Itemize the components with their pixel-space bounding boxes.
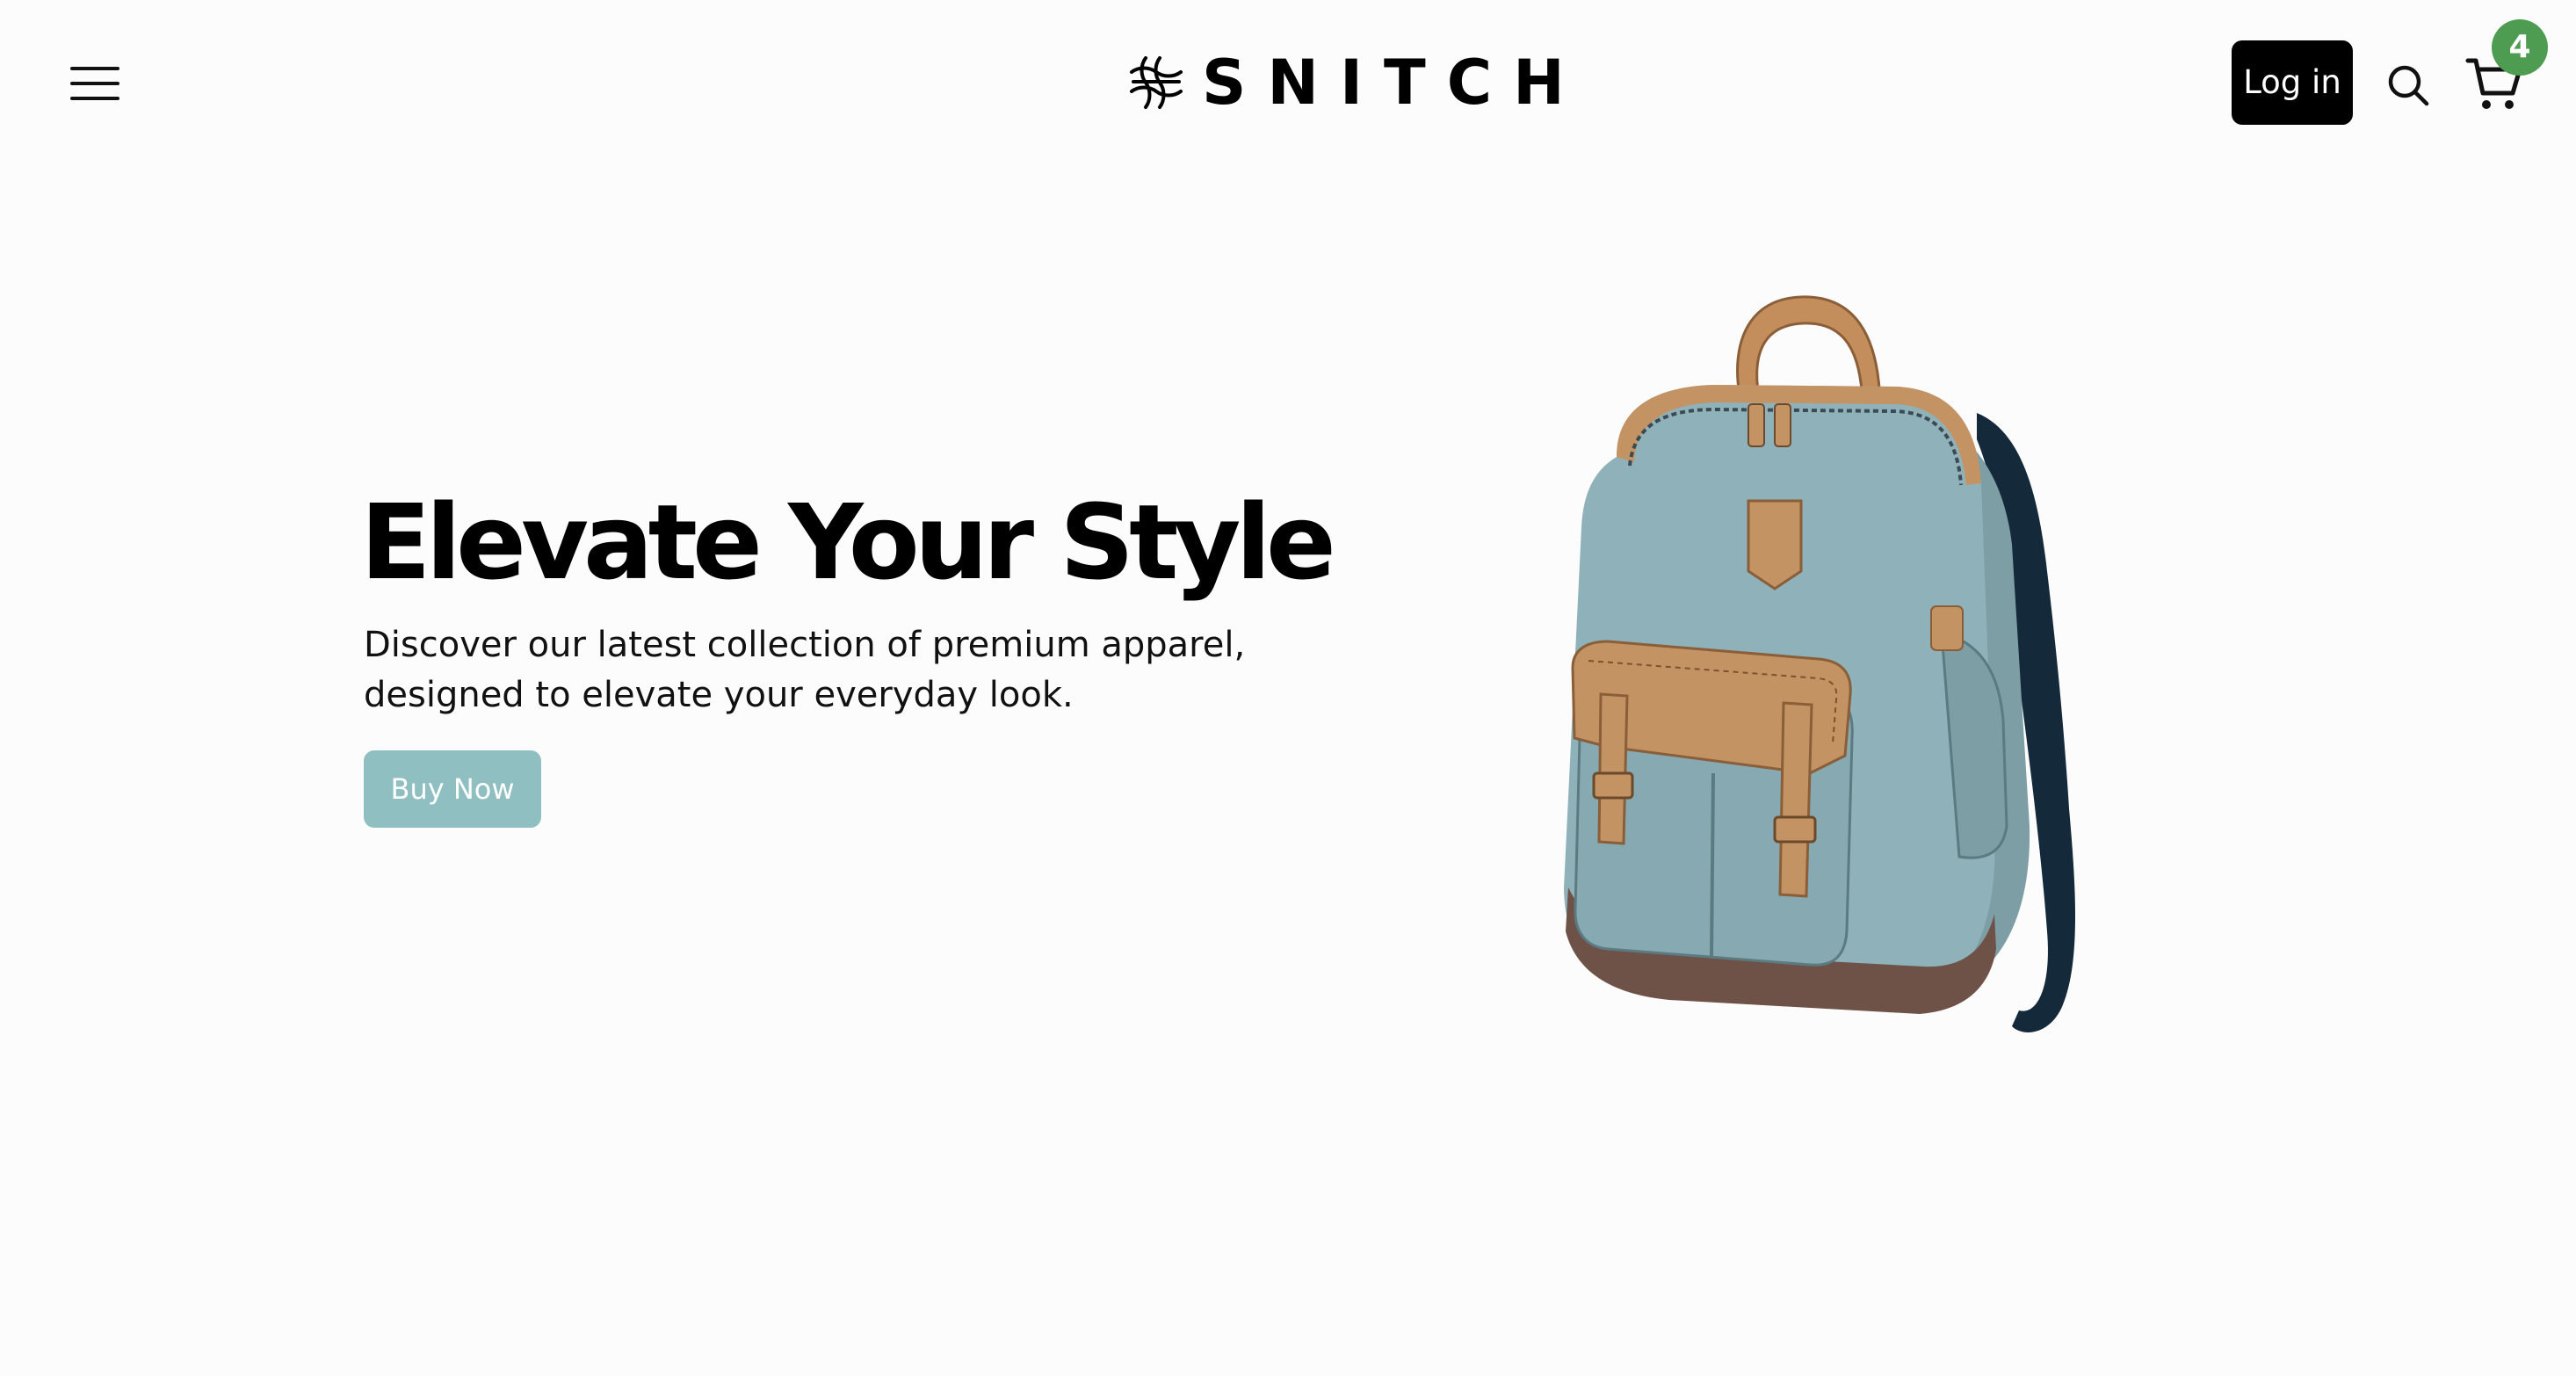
brand-name: SNITCH [1202,47,1586,119]
cart-count-badge: 4 [2492,19,2548,76]
brand-logo[interactable]: SNITCH [1126,51,1586,114]
menu-line [70,82,119,85]
backpack-image [1564,295,2076,1032]
hero-subtitle: Discover our latest collection of premiu… [364,625,1246,715]
logo-mark-icon [1130,56,1183,109]
hero-title: Elevate Your Style [360,482,1336,603]
menu-line [70,67,119,70]
search-icon[interactable] [2386,63,2430,107]
buy-now-button[interactable]: Buy Now [364,750,541,828]
login-button[interactable]: Log in [2232,40,2353,125]
landing-page: SNITCH Log in 4 Elevate Your Style Disco… [0,0,2576,1376]
menu-icon[interactable] [70,65,119,102]
menu-line [70,97,119,100]
